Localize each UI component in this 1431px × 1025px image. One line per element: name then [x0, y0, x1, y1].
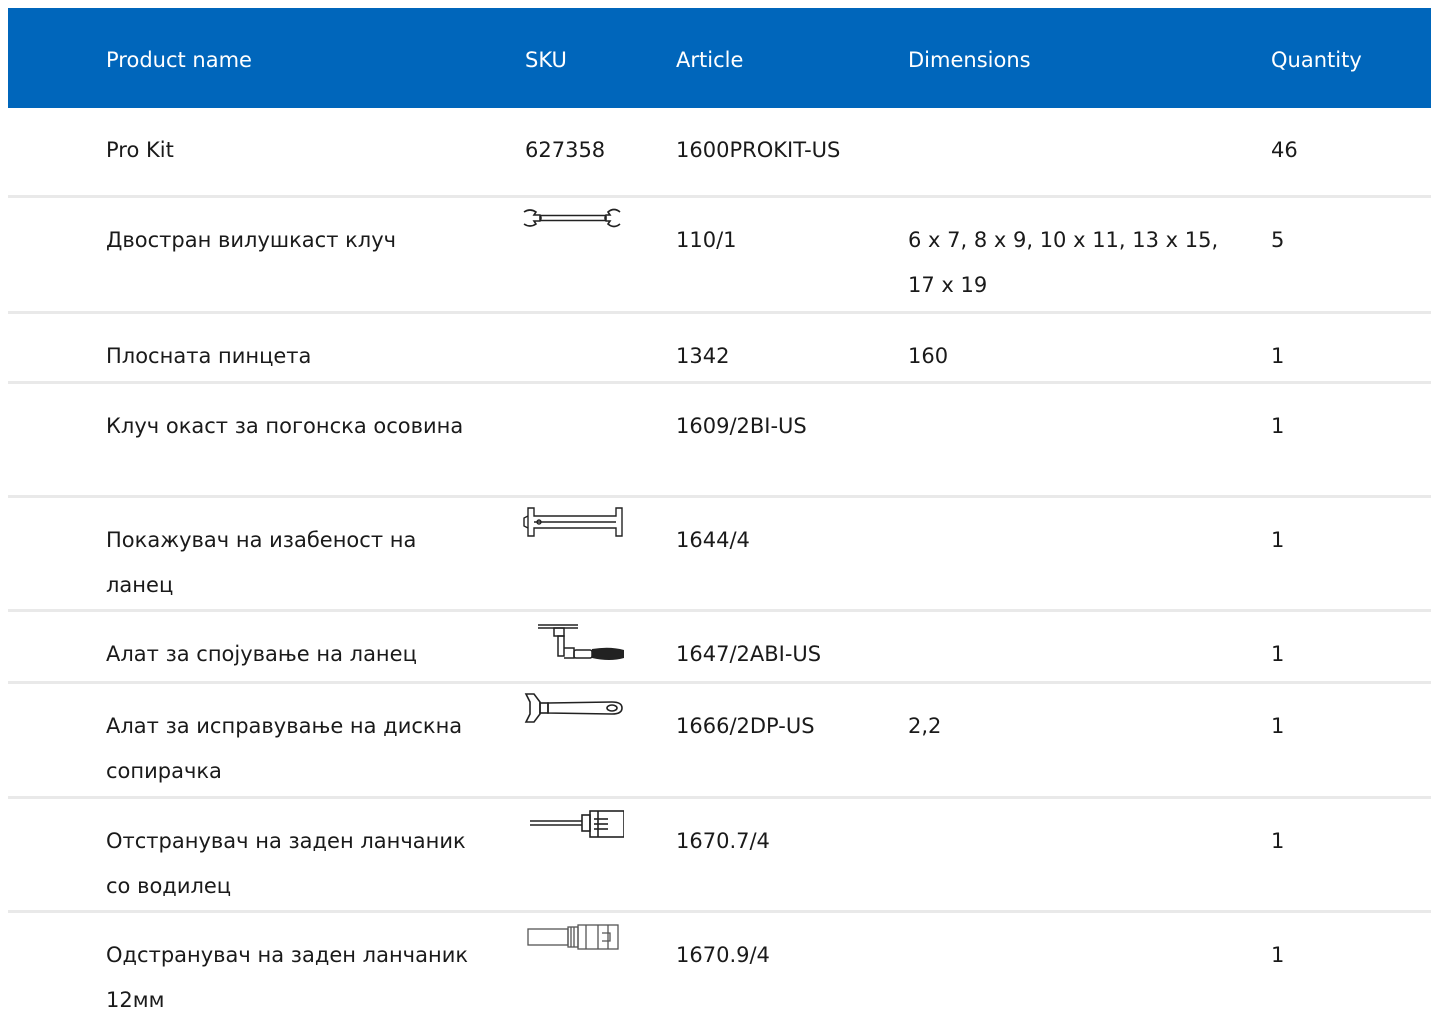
cassette-remover-12mm-icon: [520, 921, 624, 969]
table-row[interactable]: Двостран вилушкаст клуч 110/1 6 x 7, 8 x…: [8, 198, 1431, 314]
product-name: Плосната пинцета: [106, 344, 312, 368]
product-name: Алат за исправување на дискна сопирачка: [106, 714, 463, 783]
product-article: 1670.9/4: [676, 943, 770, 967]
product-quantity: 46: [1271, 138, 1298, 162]
chain-wear-indicator-icon: [520, 506, 624, 554]
product-name: Покажувач на изабеност на ланец: [106, 528, 417, 597]
product-name: Pro Kit: [106, 138, 174, 162]
disc-brake-truing-tool-icon: [520, 692, 624, 740]
product-dimensions: 2,2: [908, 714, 942, 738]
product-quantity: 1: [1271, 829, 1285, 853]
product-quantity: 1: [1271, 642, 1285, 666]
product-article: 1600PROKIT-US: [676, 138, 841, 162]
column-header-dimensions[interactable]: Dimensions: [908, 46, 1248, 74]
table-row[interactable]: Покажувач на изабеност на ланец 1644/4 1: [8, 498, 1431, 612]
table-row[interactable]: Алат за исправување на дискна сопирачка …: [8, 684, 1431, 799]
product-name: Алат за спојување на ланец: [106, 642, 417, 666]
table-header: Product name SKU Article Dimensions Quan…: [8, 8, 1431, 108]
product-article: 110/1: [676, 228, 737, 252]
product-quantity: 5: [1271, 228, 1285, 252]
double-open-end-wrench-icon: [520, 206, 624, 254]
product-sku: 627358: [525, 138, 606, 162]
table-row[interactable]: Плосната пинцета 1342 160 1: [8, 314, 1431, 384]
column-header-quantity[interactable]: Quantity: [1271, 46, 1391, 74]
table-row[interactable]: Алат за спојување на ланец 1647/2ABI-US …: [8, 612, 1431, 684]
product-article: 1666/2DP-US: [676, 714, 815, 738]
product-dimensions: 6 x 7, 8 x 9, 10 x 11, 13 x 15, 17 x 19: [908, 228, 1219, 297]
table-row[interactable]: Pro Kit 627358 1600PROKIT-US 46: [8, 108, 1431, 198]
product-quantity: 1: [1271, 528, 1285, 552]
chain-tool-icon: [520, 620, 624, 668]
product-quantity: 1: [1271, 943, 1285, 967]
product-dimensions: 160: [908, 344, 949, 368]
product-name: Отстранувач на заден ланчаник со водилец: [106, 829, 466, 898]
product-table: Product name SKU Article Dimensions Quan…: [8, 8, 1431, 1025]
cassette-remover-with-guide-icon: [520, 807, 624, 855]
product-name: Клуч окаст за погонска осовина: [106, 414, 464, 438]
product-quantity: 1: [1271, 414, 1285, 438]
product-quantity: 1: [1271, 714, 1285, 738]
column-header-article[interactable]: Article: [676, 46, 886, 74]
product-article: 1342: [676, 344, 730, 368]
table-row[interactable]: Отстранувач на заден ланчаник со водилец…: [8, 799, 1431, 913]
table-row[interactable]: Одстранувач на заден ланчаник 12мм 1670.…: [8, 913, 1431, 1025]
column-header-product-name[interactable]: Product name: [106, 46, 486, 74]
product-article: 1670.7/4: [676, 829, 770, 853]
product-article: 1647/2ABI-US: [676, 642, 822, 666]
product-article: 1609/2BI-US: [676, 414, 807, 438]
product-name: Двостран вилушкаст клуч: [106, 228, 397, 252]
product-quantity: 1: [1271, 344, 1285, 368]
product-article: 1644/4: [676, 528, 750, 552]
product-name: Одстранувач на заден ланчаник 12мм: [106, 943, 469, 1012]
table-row[interactable]: Клуч окаст за погонска осовина 1609/2BI-…: [8, 384, 1431, 498]
column-header-sku[interactable]: SKU: [525, 46, 645, 74]
